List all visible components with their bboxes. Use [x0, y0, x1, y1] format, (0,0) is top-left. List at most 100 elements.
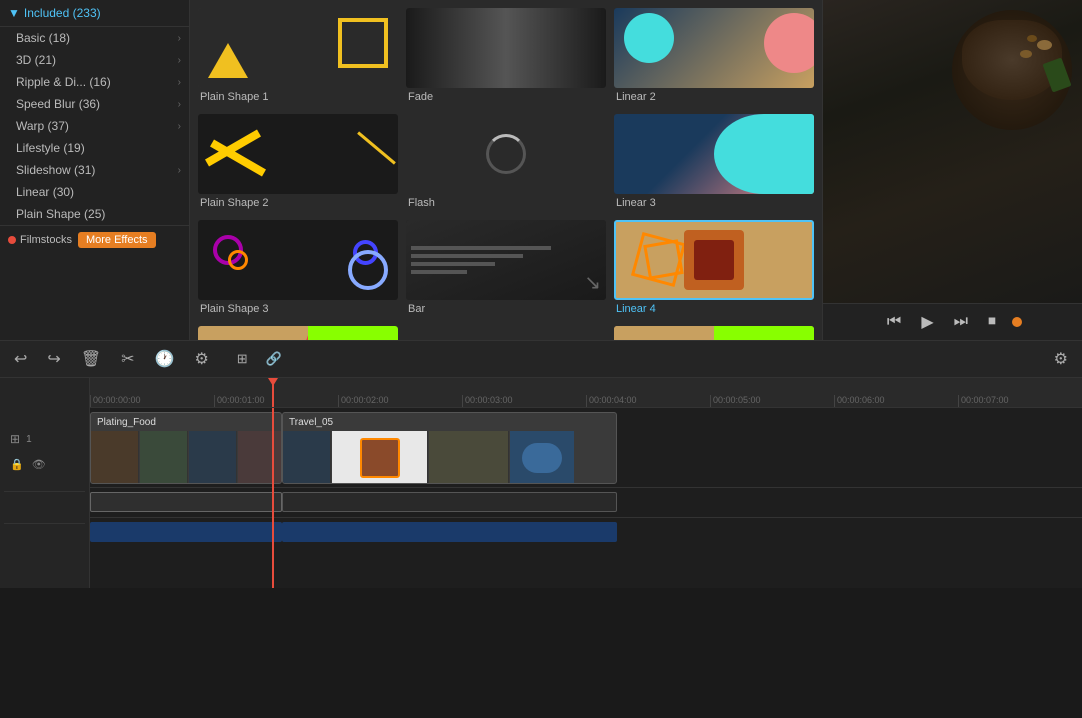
video-track: Plating_Food Travel_05: [90, 408, 1082, 488]
sidebar-item-0[interactable]: Basic (18) ›: [0, 27, 189, 49]
sidebar-item-1[interactable]: 3D (21) ›: [0, 49, 189, 71]
sidebar-item-3[interactable]: Speed Blur (36)›: [0, 93, 189, 115]
effect-thumb-bar: ↘: [406, 220, 606, 300]
sidebar-item-arrow-0: ›: [178, 33, 181, 44]
effect-label-linear4: Linear 4: [614, 300, 814, 318]
toolbar: ↩ ↪ 🗑 ✂ 🕐 ⚙ ⊞ 🔗 ⚙: [0, 341, 1082, 378]
forward-button[interactable]: ⏭: [950, 311, 972, 333]
sidebar-item-label-5: Lifestyle (19): [16, 141, 85, 155]
filmstocks-label: Filmstocks: [8, 234, 72, 246]
effect-flash[interactable]: Flash: [406, 114, 606, 212]
effect-dots[interactable]: [406, 326, 606, 340]
sidebar-header[interactable]: ▼ Included (233): [0, 0, 189, 27]
bottom-section: ↩ ↪ 🗑 ✂ 🕐 ⚙ ⊞ 🔗 ⚙ 00:00:00:00 00:00:01:0…: [0, 340, 1082, 588]
lock-button[interactable]: 🔒: [8, 456, 26, 473]
sidebar-item-arrow-4: ›: [178, 121, 181, 132]
effect-linear3[interactable]: Linear 3: [614, 114, 814, 212]
ruler-mark-2: 00:00:02:00: [338, 395, 462, 407]
sidebar-item-label-1: 3D (21): [16, 53, 56, 67]
clip-plating-food[interactable]: Plating_Food: [90, 412, 282, 484]
effect-clip-2[interactable]: [282, 492, 617, 512]
tracks: Plating_Food Travel_05: [90, 408, 1082, 588]
sidebar-item-4[interactable]: Warp (37) ›: [0, 115, 189, 137]
sidebar-item-6[interactable]: Slideshow (31) ›: [0, 159, 189, 181]
stop-button[interactable]: ⏹: [984, 311, 1000, 333]
preview-video: [823, 0, 1082, 303]
sidebar-item-2[interactable]: Ripple & Di... (16) ›: [0, 71, 189, 93]
sidebar-item-label-4: Warp (37): [16, 119, 69, 133]
sidebar-item-label-7: Linear (30): [16, 185, 74, 199]
chain-button[interactable]: 🔗: [260, 347, 288, 371]
effect-plain1[interactable]: Plain Shape 1: [198, 8, 398, 106]
ruler-mark-7: 00:00:07:00: [958, 395, 1082, 407]
effect-color[interactable]: [614, 326, 814, 340]
app-container: ▼ Included (233) Basic (18)›3D (21)›Ripp…: [0, 0, 1082, 718]
effect-plain2[interactable]: Plain Shape 2: [198, 114, 398, 212]
track-controls: ⊞ 1 🔒 👁: [0, 408, 90, 588]
playhead-dot: [1012, 317, 1022, 327]
effect-bar[interactable]: ↘ Bar: [406, 220, 606, 318]
effect-thumb-linear3: [614, 114, 814, 194]
preview-panel: ⏮ ▶ ⏭ ⏹: [822, 0, 1082, 340]
effect-label-linear3: Linear 3: [614, 194, 814, 212]
timeline-ruler[interactable]: 00:00:00:00 00:00:01:00 00:00:02:00 00:0…: [90, 378, 1082, 408]
effect-thumb-stripes: [198, 326, 398, 340]
video-track-controls: ⊞ 1 🔒 👁: [4, 412, 85, 492]
settings-button[interactable]: ⚙: [188, 345, 214, 373]
sidebar-item-arrow-2: ›: [178, 77, 181, 88]
cut-button[interactable]: ✂: [115, 345, 140, 373]
ruler-mark-5: 00:00:05:00: [710, 395, 834, 407]
effect-thumb-plain2: [198, 114, 398, 194]
filmstocks-dot: [8, 236, 16, 244]
effect-linear4[interactable]: Linear 4: [614, 220, 814, 318]
effect-thumb-fade: [406, 8, 606, 88]
effect-stripes[interactable]: [198, 326, 398, 340]
top-section: ▼ Included (233) Basic (18)›3D (21)›Ripp…: [0, 0, 1082, 340]
effect-linear2[interactable]: Linear 2: [614, 8, 814, 106]
ruler-mark-6: 00:00:06:00: [834, 395, 958, 407]
play-button[interactable]: ▶: [917, 310, 937, 334]
sidebar-item-8[interactable]: Plain Shape (25): [0, 203, 189, 225]
effect-label-plain2: Plain Shape 2: [198, 194, 398, 212]
history-button[interactable]: 🕐: [149, 345, 181, 373]
effect-thumb-plain3: [198, 220, 398, 300]
sidebar-header-label: Included (233): [24, 6, 101, 20]
sidebar: ▼ Included (233) Basic (18)›3D (21)›Ripp…: [0, 0, 190, 340]
sidebar-item-5[interactable]: Lifestyle (19): [0, 137, 189, 159]
undo-button[interactable]: ↩: [8, 345, 33, 373]
sidebar-item-arrow-6: ›: [178, 165, 181, 176]
effect-thumb-linear4: [614, 220, 814, 300]
back-button[interactable]: ⏮: [883, 311, 905, 333]
audio-clip-2[interactable]: [282, 522, 617, 542]
toolbar-settings-right[interactable]: ⚙: [1048, 345, 1074, 373]
link-controls: ⊞ 🔗: [231, 347, 288, 371]
effect-thumb-dots: [406, 326, 606, 340]
sidebar-item-label-8: Plain Shape (25): [16, 207, 105, 221]
effect-clip-1[interactable]: [90, 492, 282, 512]
sidebar-item-arrow-3: ›: [178, 99, 181, 110]
time-label-col: [0, 378, 90, 408]
redo-button[interactable]: ↪: [41, 345, 66, 373]
effect-track-controls: [4, 494, 85, 524]
layer-icon-button[interactable]: ⊞: [8, 430, 22, 448]
eye-button[interactable]: 👁: [30, 456, 48, 473]
sidebar-item-label-0: Basic (18): [16, 31, 70, 45]
toolbar-right: ⚙: [1048, 345, 1074, 373]
effect-thumb-flash: [406, 114, 606, 194]
more-effects-button[interactable]: More Effects: [78, 232, 156, 248]
sidebar-item-label-2: Ripple & Di... (16): [16, 75, 111, 89]
clip-travel[interactable]: Travel_05: [282, 412, 617, 484]
link-button[interactable]: ⊞: [231, 347, 254, 371]
sidebar-item-label-6: Slideshow (31): [16, 163, 95, 177]
sidebar-items: Basic (18)›3D (21)›Ripple & Di... (16)›S…: [0, 27, 189, 225]
sidebar-item-arrow-1: ›: [178, 55, 181, 66]
effect-fade[interactable]: Fade: [406, 8, 606, 106]
effect-label-plain3: Plain Shape 3: [198, 300, 398, 318]
filmstocks-text: Filmstocks: [20, 234, 72, 246]
effect-thumb-color: [614, 326, 814, 340]
playhead-line: [272, 378, 274, 407]
audio-clip-1[interactable]: [90, 522, 282, 542]
delete-button[interactable]: 🗑: [75, 345, 107, 373]
effect-plain3[interactable]: Plain Shape 3: [198, 220, 398, 318]
sidebar-item-7[interactable]: Linear (30): [0, 181, 189, 203]
